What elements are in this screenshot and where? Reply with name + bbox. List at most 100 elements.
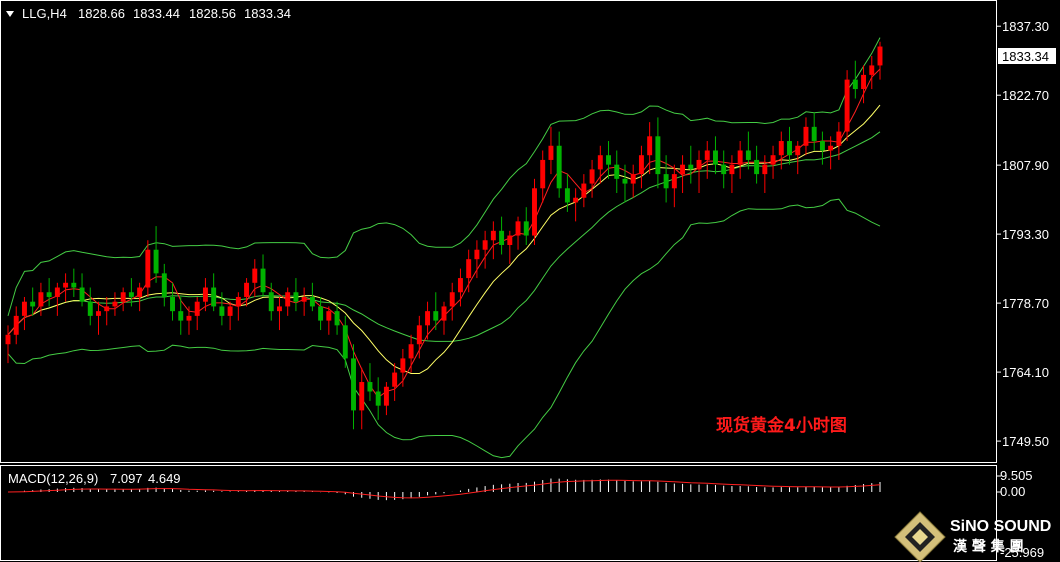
candle-body	[425, 311, 431, 326]
candle	[573, 188, 579, 222]
candle	[96, 301, 101, 335]
candle	[112, 292, 118, 316]
candle-body	[844, 79, 850, 132]
logo-brand-text: SiNO SOUND	[950, 518, 1051, 535]
candle	[433, 292, 439, 331]
candle	[383, 382, 389, 416]
candle-body	[252, 268, 258, 283]
candle	[30, 287, 36, 316]
candle-body	[153, 249, 159, 274]
candle	[844, 70, 850, 142]
candle-body	[219, 306, 225, 316]
candle	[762, 155, 768, 194]
candle	[104, 296, 110, 326]
candle-body	[46, 292, 52, 297]
candle	[5, 325, 11, 364]
candle	[63, 273, 69, 302]
candle	[713, 136, 718, 175]
candle	[186, 306, 192, 335]
candle	[54, 282, 60, 316]
candle-body	[79, 287, 85, 302]
candle-body	[104, 306, 110, 312]
candle	[877, 41, 883, 80]
candle-body	[828, 145, 834, 151]
candle-body	[671, 174, 677, 189]
price-tick-label: 1764.10	[1002, 365, 1049, 380]
candle	[515, 216, 521, 250]
moving-averages	[7, 68, 881, 399]
candle-body	[13, 315, 19, 335]
candle-body	[836, 131, 842, 146]
candle-body	[96, 311, 101, 316]
candle-body	[737, 150, 743, 165]
candle	[194, 296, 200, 331]
candle-body	[71, 282, 77, 288]
candle-body	[227, 306, 233, 316]
logo-sub-text: 漢 聲 集 團	[953, 538, 1024, 555]
candle	[79, 273, 85, 307]
candle	[606, 141, 611, 179]
candle-body	[638, 155, 644, 175]
candle	[46, 278, 52, 307]
candle	[392, 363, 398, 401]
price-tick-label: 1793.30	[1002, 227, 1049, 242]
candle	[71, 268, 77, 297]
price-tick-label: 1837.30	[1002, 19, 1049, 34]
candle	[729, 155, 735, 194]
candle-body	[309, 296, 315, 307]
candle	[301, 287, 307, 316]
bollinger-bands	[7, 37, 881, 459]
candle-body	[540, 159, 546, 189]
candle	[351, 344, 356, 430]
candle-body	[466, 259, 472, 279]
dropdown-triangle-icon[interactable]	[6, 11, 14, 17]
candle-body	[416, 325, 422, 345]
candle	[787, 126, 792, 165]
candle-body	[211, 287, 217, 307]
candle-body	[21, 301, 27, 316]
candle-body	[713, 150, 718, 165]
candle-body	[449, 292, 455, 307]
candle-body	[573, 197, 579, 203]
candle-body	[375, 391, 381, 406]
candle	[260, 254, 266, 297]
candle-body	[622, 178, 628, 184]
candle-body	[334, 311, 340, 326]
candle	[227, 301, 233, 331]
candle-body	[663, 174, 669, 189]
candle	[680, 155, 686, 194]
candle	[614, 150, 620, 194]
candle-body	[87, 301, 93, 316]
candle	[770, 145, 776, 179]
candle-body	[235, 296, 241, 307]
price-tick-label: 1807.90	[1002, 158, 1049, 173]
chart-annotation: 现货黄金4小时图	[716, 415, 847, 436]
candle	[811, 112, 817, 151]
candle	[87, 287, 93, 326]
candle-body	[433, 311, 439, 321]
candle-body	[589, 169, 595, 184]
candle	[548, 126, 554, 175]
candle-body	[696, 159, 702, 170]
candle	[400, 348, 406, 387]
candle	[819, 131, 825, 165]
candle-body	[359, 382, 365, 411]
candle-body	[326, 311, 332, 321]
candle	[425, 301, 431, 340]
candle	[655, 117, 661, 189]
candle-body	[548, 145, 554, 160]
candle	[137, 282, 143, 312]
candle-body	[260, 268, 266, 293]
candle	[523, 207, 529, 245]
candle-body	[762, 164, 768, 175]
candle	[359, 367, 365, 430]
candle-body	[318, 306, 324, 321]
candle	[309, 282, 315, 312]
candle-body	[655, 136, 661, 175]
candle	[630, 164, 636, 198]
candle-body	[688, 164, 694, 170]
ohlc-close: 1833.34	[244, 6, 291, 21]
candle	[671, 164, 677, 208]
candle-body	[400, 358, 406, 373]
candle-body	[63, 282, 69, 288]
